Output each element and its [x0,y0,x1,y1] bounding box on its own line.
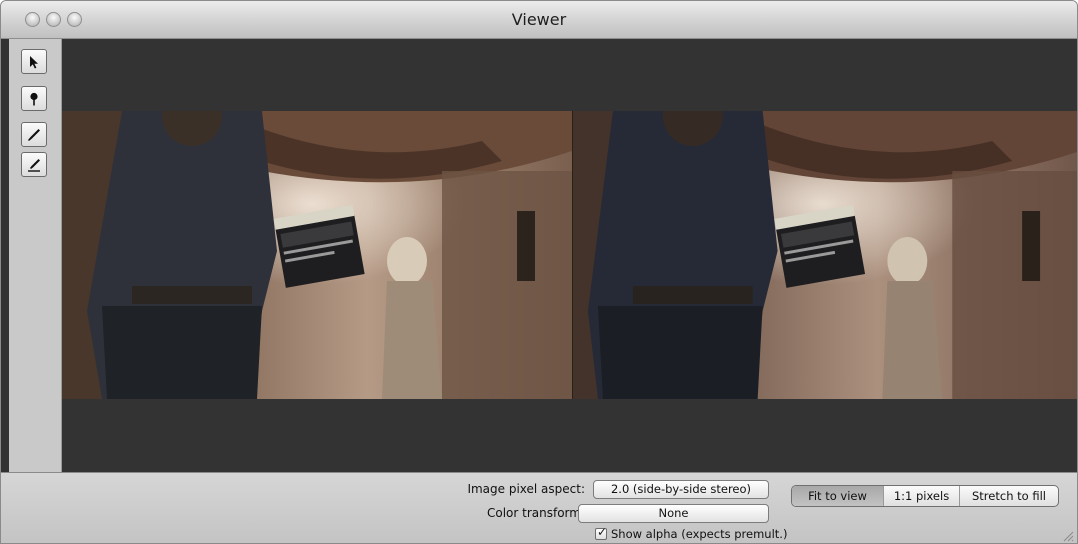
image-viewport[interactable] [62,39,1077,472]
probe-tool-button[interactable] [21,86,47,111]
eyedropper-line-tool-button[interactable] [21,152,47,177]
show-alpha-label: Show alpha (expects premult.) [611,527,788,541]
eyedropper-icon [28,128,40,141]
one-to-one-pixels-button[interactable]: 1:1 pixels [884,486,960,506]
viewer-window: Viewer Image pixel aspect: 2.0 (side-by-… [0,0,1078,544]
viewer-controls-bar: Image pixel aspect: 2.0 (side-by-side st… [1,472,1077,543]
show-alpha-checkbox[interactable]: ✓ [595,525,608,540]
select-tool-button[interactable] [21,49,47,74]
magnifier-pin-icon [30,92,38,105]
color-transform-label: Color transform: [486,506,585,520]
resize-grip-icon[interactable] [1060,528,1074,542]
pixel-aspect-label: Image pixel aspect: [467,482,585,496]
stretch-to-fill-button[interactable]: Stretch to fill [960,486,1058,506]
stereo-left-frame [62,111,572,399]
checkmark-icon: ✓ [597,525,608,539]
arrow-pointer-icon [30,55,38,68]
color-transform-popup[interactable]: None [578,504,769,523]
pixel-aspect-popup[interactable]: 2.0 (side-by-side stereo) [593,480,769,499]
stereo-right-frame [572,111,1077,399]
title-bar[interactable]: Viewer [1,1,1077,39]
eyedropper-line-icon [28,158,40,172]
show-alpha-row[interactable]: ✓ Show alpha (expects premult.) [595,525,788,541]
eyedropper-tool-button[interactable] [21,122,47,147]
window-title: Viewer [511,10,567,29]
fit-to-view-button[interactable]: Fit to view [792,486,884,506]
tool-palette [9,39,62,472]
view-mode-segmented-control[interactable]: Fit to view 1:1 pixels Stretch to fill [791,485,1059,507]
left-eye-image [62,111,572,399]
right-eye-image [573,111,1077,399]
viewer-content [1,39,1077,472]
